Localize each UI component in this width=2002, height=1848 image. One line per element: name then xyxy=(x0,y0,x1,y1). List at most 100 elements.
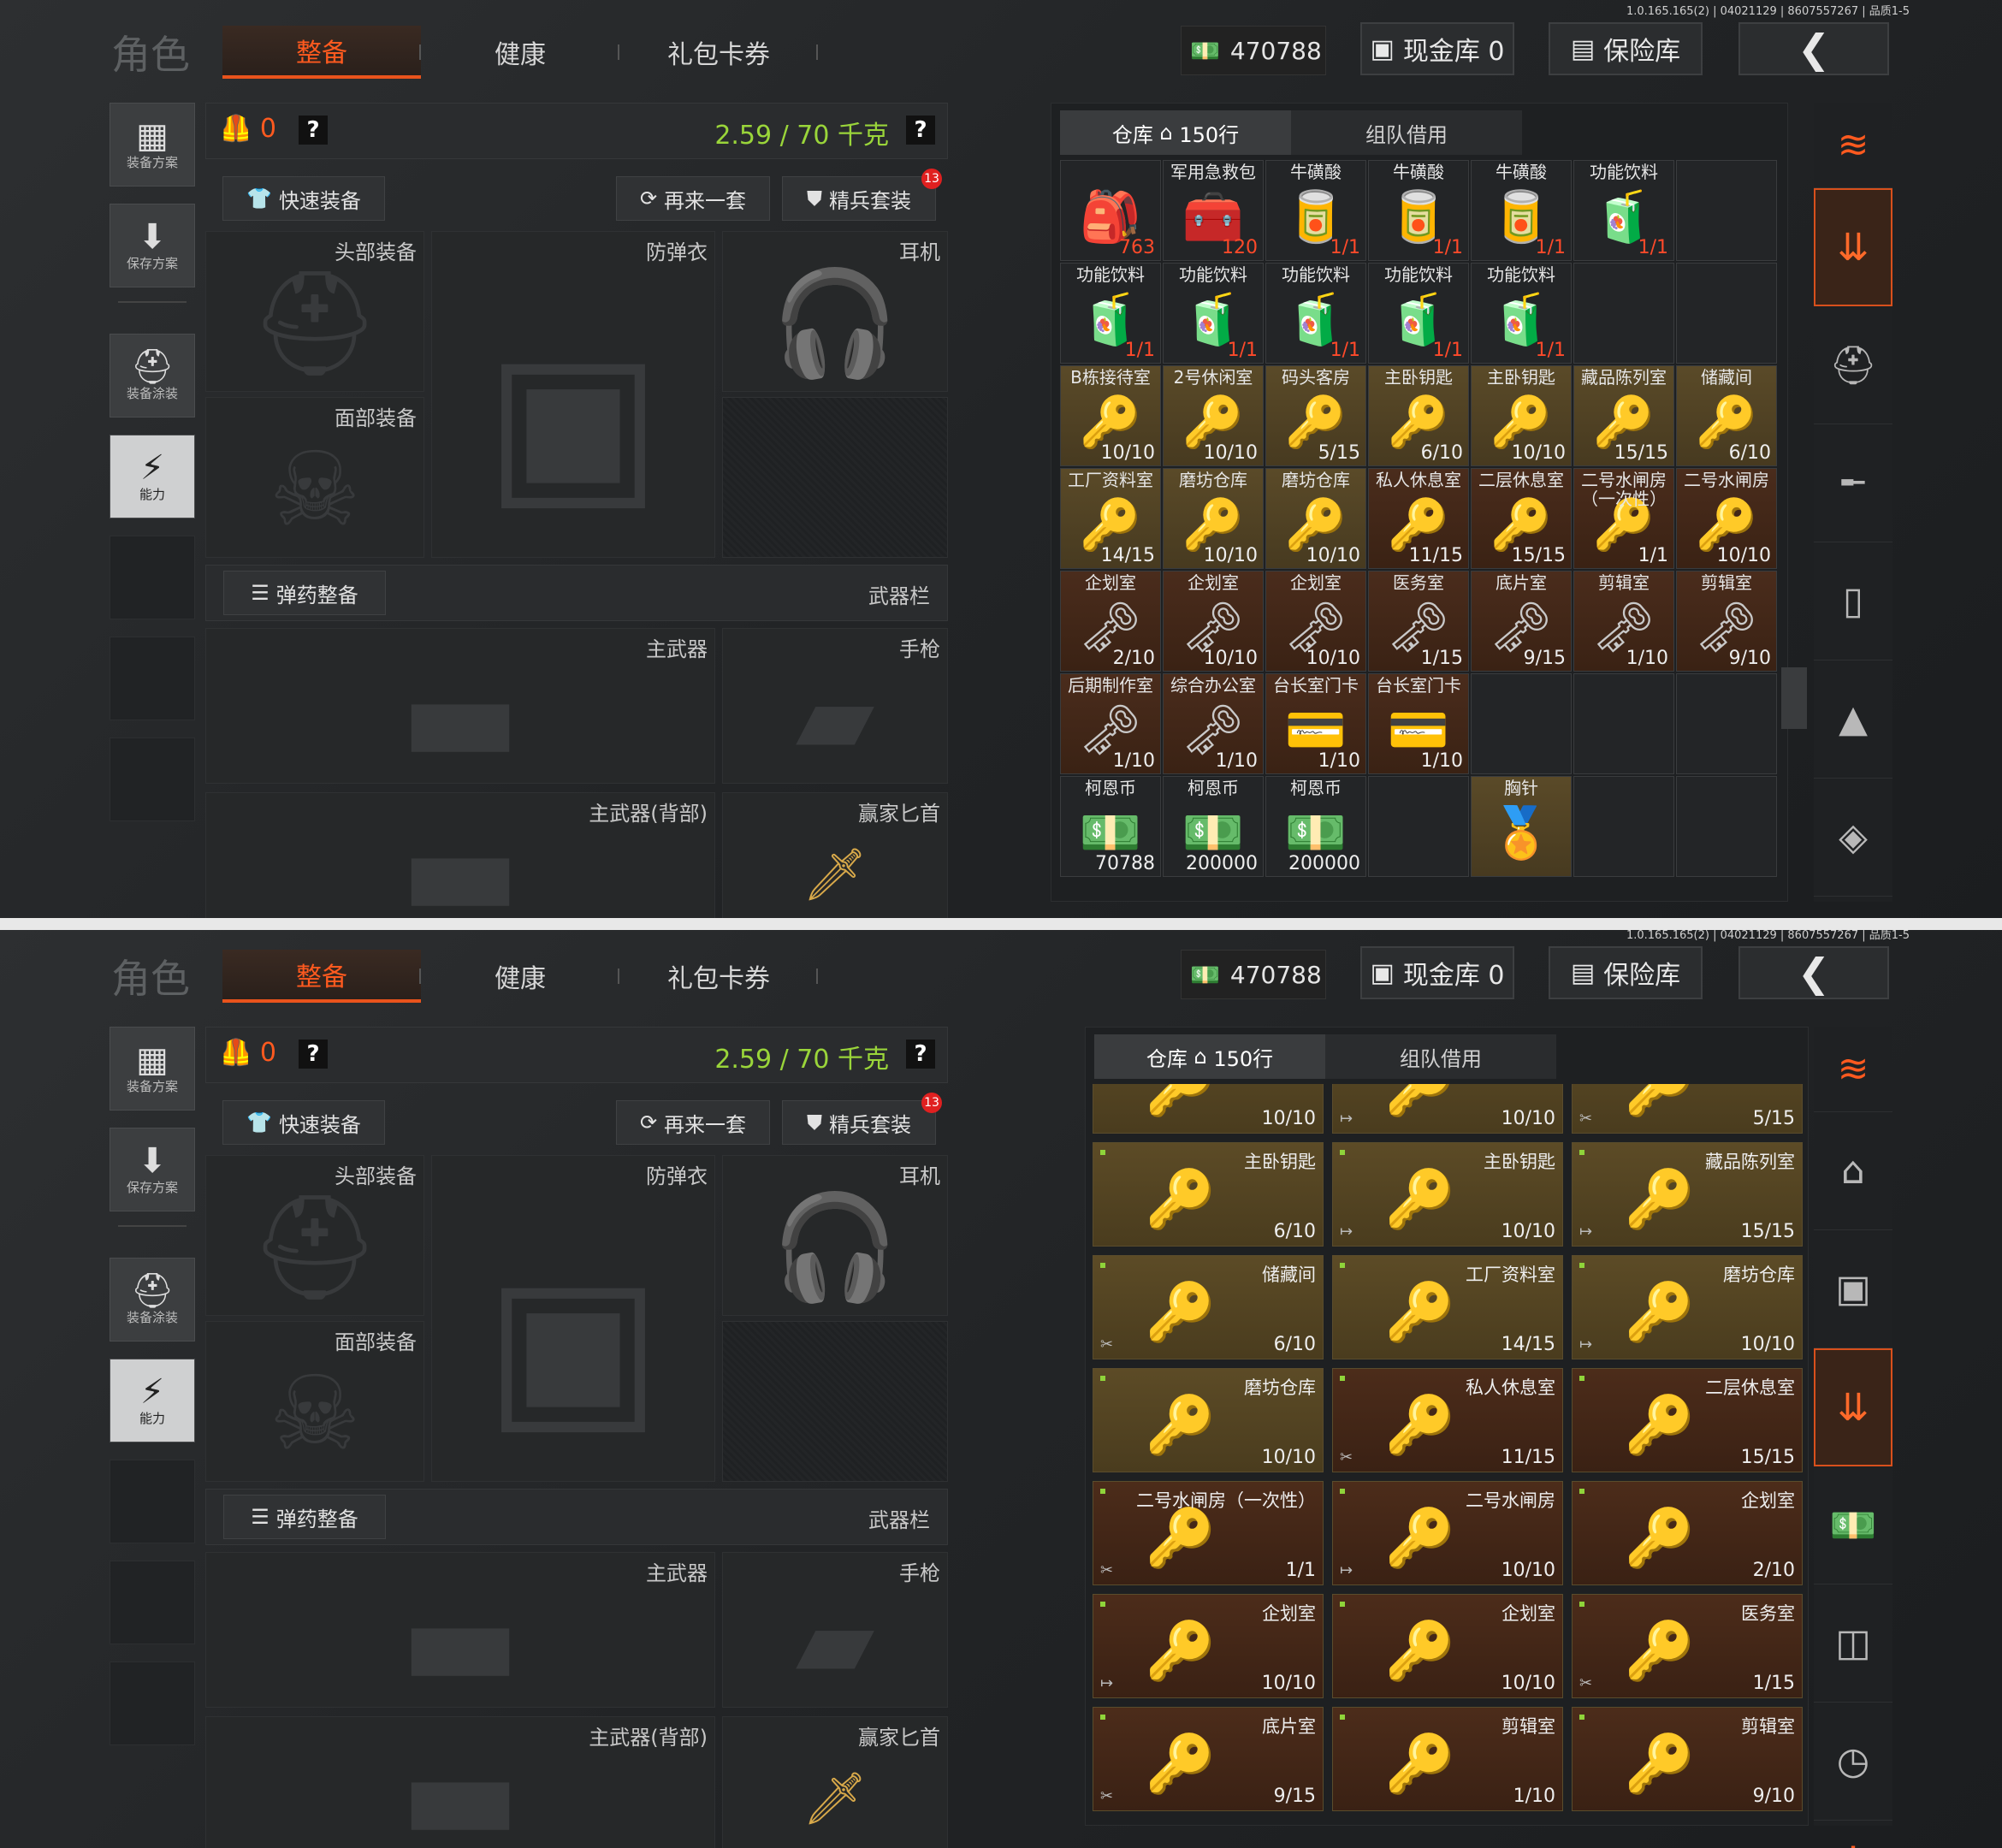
tab-team-borrow[interactable]: 组队借用 xyxy=(1325,1034,1556,1079)
tab-gift[interactable]: 礼包卡券 xyxy=(619,950,818,1003)
key-cell[interactable]: 🔑 底片室 ✂ 9/15 xyxy=(1093,1707,1324,1811)
inventory-cell[interactable]: 💵 柯恩币 200000 xyxy=(1163,776,1264,877)
inventory-cell[interactable]: 🧃 功能饮料 1/1 xyxy=(1163,263,1264,364)
head-slot[interactable]: ⛑ 头部装备 xyxy=(205,231,424,392)
inventory-cell[interactable]: 🧃 功能饮料 1/1 xyxy=(1573,160,1674,261)
inventory-cell[interactable]: 🧃 功能饮料 1/1 xyxy=(1368,263,1469,364)
inventory-cell[interactable]: 🗝 剪辑室 9/10 xyxy=(1676,571,1777,672)
inventory-cell[interactable]: 🔑 私人休息室 11/15 xyxy=(1368,468,1469,569)
quick-equip-button[interactable]: 👕 快速装备 xyxy=(222,1100,385,1145)
equip-plan-button[interactable]: ▦ 装备方案 xyxy=(110,103,195,187)
ammo-prep-button[interactable]: ☰ 弹药整备 xyxy=(223,1495,386,1539)
inventory-cell[interactable]: 🔑 工厂资料室 14/15 xyxy=(1060,468,1161,569)
save-plan-button[interactable]: ⬇ 保存方案 xyxy=(110,1128,195,1211)
headset-slot[interactable]: 🎧 耳机 xyxy=(722,231,948,392)
key-cell[interactable]: 🔑 主卧钥匙 6/10 xyxy=(1093,1142,1324,1247)
primary-weapon-slot[interactable]: ▬ 主武器 xyxy=(205,628,715,792)
key-cell[interactable]: 🔑 ✂ 5/15 xyxy=(1572,1084,1803,1134)
inventory-cell[interactable]: 🔑 二号水闸房 10/10 xyxy=(1676,468,1777,569)
knife-slot[interactable]: 🗡 赢家匕首 xyxy=(722,792,948,924)
save-plan-button[interactable]: ⬇ 保存方案 xyxy=(110,204,195,287)
help-icon[interactable]: ? xyxy=(299,1040,328,1069)
inventory-cell[interactable]: 🔑 储藏间 6/10 xyxy=(1676,365,1777,466)
inventory-cell[interactable]: 🗝 企划室 10/10 xyxy=(1163,571,1264,672)
home-icon[interactable]: ⌂ xyxy=(1814,1112,1892,1230)
paint-button[interactable]: ⛑ 装备涂装 xyxy=(110,1258,195,1342)
inventory-cell[interactable]: 🔑 码头客房 5/15 xyxy=(1265,365,1366,466)
tab-team-borrow[interactable]: 组队借用 xyxy=(1291,110,1522,155)
key-cell[interactable]: 🔑 磨坊仓库 ↦ 10/10 xyxy=(1572,1255,1803,1359)
inventory-cell[interactable]: 🔑 磨坊仓库 10/10 xyxy=(1163,468,1264,569)
safe-icon[interactable]: ▣ xyxy=(1814,1230,1892,1348)
head-slot[interactable]: ⛑ 头部装备 xyxy=(205,1155,424,1316)
inventory-cell[interactable]: 🔑 2号休闲室 10/10 xyxy=(1163,365,1264,466)
chest-icon[interactable]: ◈ xyxy=(1814,779,1892,897)
key-cell[interactable]: 🔑 磨坊仓库 10/10 xyxy=(1093,1368,1324,1472)
inventory-cell[interactable]: 🥫 牛磺酸 1/1 xyxy=(1368,160,1469,261)
key-cell[interactable]: 🔑 10/10 xyxy=(1093,1084,1324,1134)
cash-vault-button[interactable]: ▣ 现金库 0 xyxy=(1360,22,1514,75)
key-cell[interactable]: 🔑 二号水闸房 ↦ 10/10 xyxy=(1332,1481,1563,1585)
inventory-cell[interactable]: 🧃 功能饮料 1/1 xyxy=(1265,263,1366,364)
safe-vault-button[interactable]: ▤ 保险库 xyxy=(1549,946,1703,999)
key-cell[interactable]: 🔑 医务室 ✂ 1/15 xyxy=(1572,1594,1803,1698)
inventory-cell[interactable]: 🗝 医务室 1/15 xyxy=(1368,571,1469,672)
help-icon[interactable]: ? xyxy=(299,116,328,145)
inventory-cell[interactable]: 🔑 主卧钥匙 10/10 xyxy=(1471,365,1572,466)
elite-set-button[interactable]: ⛊ 精兵套装 13 xyxy=(782,169,942,221)
key-cell[interactable]: 🔑 二号水闸房（一次性） ✂ 1/1 xyxy=(1093,1481,1324,1585)
inventory-cell[interactable]: 🗝 底片室 9/15 xyxy=(1471,571,1572,672)
inventory-cell[interactable]: 🥫 牛磺酸 1/1 xyxy=(1471,160,1572,261)
primary-weapon-slot[interactable]: ▬ 主武器 xyxy=(205,1552,715,1716)
inventory-cell[interactable]: 🔑 二层休息室 15/15 xyxy=(1471,468,1572,569)
quick-equip-button[interactable]: 👕 快速装备 xyxy=(222,176,385,221)
key-cell[interactable]: 🔑 剪辑室 1/10 xyxy=(1332,1707,1563,1811)
key-cell[interactable]: 🔑 藏品陈列室 ↦ 15/15 xyxy=(1572,1142,1803,1247)
vest-slot[interactable]: ▣ 防弹衣 xyxy=(431,1155,715,1482)
inventory-cell[interactable]: 🔑 二号水闸房（一次性） 1/1 xyxy=(1573,468,1674,569)
inventory-cell[interactable]: 🗝 综合办公室 1/10 xyxy=(1163,673,1264,774)
tab-storage[interactable]: 仓库 ⌂ 150行 xyxy=(1094,1034,1325,1079)
pistol-slot[interactable]: ▰ 手枪 xyxy=(722,628,948,784)
ammo-prep-button[interactable]: ☰ 弹药整备 xyxy=(223,571,386,615)
box-icon[interactable]: ◫ xyxy=(1814,1584,1892,1703)
inventory-cell[interactable]: 🎒 763 xyxy=(1060,160,1161,261)
inventory-cell[interactable]: 🔑 藏品陈列室 15/15 xyxy=(1573,365,1674,466)
inventory-cell[interactable]: 💳 台长室门卡 1/10 xyxy=(1265,673,1366,774)
inventory-cell[interactable]: 🔑 主卧钥匙 6/10 xyxy=(1368,365,1469,466)
key-cell[interactable]: 🔑 主卧钥匙 ↦ 10/10 xyxy=(1332,1142,1563,1247)
tab-prep[interactable]: 整备 xyxy=(222,950,421,1003)
safe-vault-button[interactable]: ▤ 保险库 xyxy=(1549,22,1703,75)
clock-icon[interactable]: ◷ xyxy=(1814,1703,1892,1821)
key-cell[interactable]: 🔑 工厂资料室 14/15 xyxy=(1332,1255,1563,1359)
inventory-cell[interactable]: 💵 柯恩币 200000 xyxy=(1265,776,1366,877)
ability-button[interactable]: ⚡ 能力 xyxy=(110,1359,195,1442)
paint-button[interactable]: ⛑ 装备涂装 xyxy=(110,334,195,418)
layers-down-icon[interactable]: ⇊ xyxy=(1814,188,1892,306)
back-button[interactable]: ❮ xyxy=(1738,946,1889,999)
inventory-cell[interactable]: 🔑 磨坊仓库 10/10 xyxy=(1265,468,1366,569)
key-cell[interactable]: 🔑 私人休息室 ✂ 11/15 xyxy=(1332,1368,1563,1472)
key-cell[interactable]: 🔑 储藏间 ✂ 6/10 xyxy=(1093,1255,1324,1359)
key-cell[interactable]: 🔑 企划室 2/10 xyxy=(1572,1481,1803,1585)
key-cell[interactable]: 🔑 企划室 ↦ 10/10 xyxy=(1093,1594,1324,1698)
add-icon[interactable]: + xyxy=(1814,1821,1892,1848)
cash-vault-button[interactable]: ▣ 现金库 0 xyxy=(1360,946,1514,999)
tab-prep[interactable]: 整备 xyxy=(222,26,421,79)
inventory-cell[interactable]: 💵 柯恩币 70788 xyxy=(1060,776,1161,877)
ability-button[interactable]: ⚡ 能力 xyxy=(110,435,195,518)
vest-slot[interactable]: ▣ 防弹衣 xyxy=(431,231,715,558)
key-cell[interactable]: 🔑 ↦ 10/10 xyxy=(1332,1084,1563,1134)
inventory-cell[interactable]: 🧃 功能饮料 1/1 xyxy=(1471,263,1572,364)
bullet-icon[interactable]: ▲ xyxy=(1814,660,1892,779)
primary-back-slot[interactable]: ▬ 主武器(背部) xyxy=(205,1716,715,1848)
inventory-cell[interactable]: 🧰 军用急救包 120 xyxy=(1163,160,1264,261)
weight-help-icon[interactable]: ? xyxy=(906,116,935,145)
weight-help-icon[interactable]: ? xyxy=(906,1040,935,1069)
again-button[interactable]: ⟳ 再来一套 xyxy=(616,1100,770,1145)
inventory-cell[interactable]: 🧃 功能饮料 1/1 xyxy=(1060,263,1161,364)
scrollbar-thumb[interactable] xyxy=(1781,667,1807,729)
headset-slot[interactable]: 🎧 耳机 xyxy=(722,1155,948,1316)
key-cell[interactable]: 🔑 企划室 10/10 xyxy=(1332,1594,1563,1698)
face-slot[interactable]: ☠ 面部装备 xyxy=(205,1321,424,1482)
